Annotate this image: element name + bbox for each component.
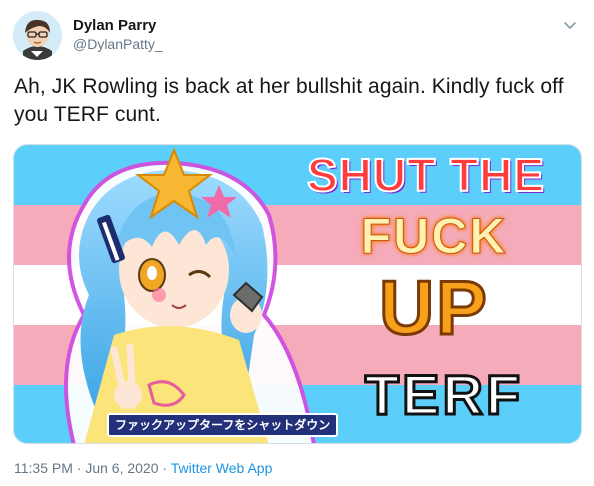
chevron-down-icon[interactable] <box>562 18 578 34</box>
headline-line-3: UP <box>378 265 489 352</box>
tweet-media-image[interactable]: SHUT THE FUCK UP TERF ファックアップターフをシャットダウン <box>13 144 582 444</box>
tweet-header: Dylan Parry @DylanPatty_ <box>13 8 580 60</box>
user-names: Dylan Parry @DylanPatty_ <box>73 16 163 53</box>
display-name[interactable]: Dylan Parry <box>73 16 163 35</box>
tweet-card: Dylan Parry @DylanPatty_ Ah, JK Rowling … <box>0 0 594 486</box>
headline-line-1: SHUT THE <box>306 148 545 202</box>
tweet-text: Ah, JK Rowling is back at her bullshit a… <box>14 75 564 126</box>
tweet-meta: 11:35 PM · Jun 6, 2020 · Twitter Web App <box>14 459 272 477</box>
headline-line-2: FUCK <box>360 208 508 265</box>
avatar-illustration <box>13 11 62 60</box>
user-handle[interactable]: @DylanPatty_ <box>73 35 163 53</box>
timestamp[interactable]: 11:35 PM · Jun 6, 2020 · <box>14 460 171 476</box>
headline-line-4: TERF <box>363 362 524 428</box>
avatar[interactable] <box>13 11 62 60</box>
source-app-link[interactable]: Twitter Web App <box>171 460 273 476</box>
japanese-caption: ファックアップターフをシャットダウン <box>107 413 339 437</box>
